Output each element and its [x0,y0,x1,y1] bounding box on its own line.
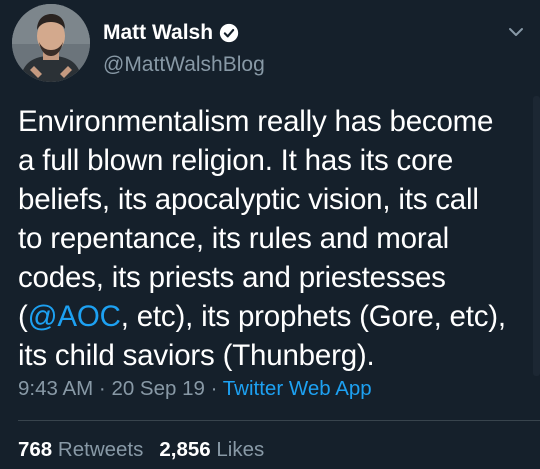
divider [18,420,540,421]
source-link[interactable]: Twitter Web App [223,377,372,400]
meta-separator: · [93,377,112,400]
tweet-line-rest: , etc), its prophets (Gore, etc), [120,300,506,333]
retweets-stat[interactable]: 768 Retweets [18,438,143,461]
chevron-down-icon[interactable] [506,22,526,42]
tweet-date[interactable]: 20 Sep 19 [111,377,204,400]
user-handle[interactable]: @MattWalshBlog [103,52,265,78]
verified-badge-icon [219,23,239,43]
tweet-line: Environmentalism really has become [18,105,494,138]
tweet-line: to repentance, its rules and moral [18,222,450,255]
tweet-time[interactable]: 9:43 AM [18,377,93,400]
retweets-label: Retweets [57,438,144,461]
avatar[interactable] [12,4,90,82]
retweets-count: 768 [18,438,53,461]
tweet-line: its child saviors (Thunberg). [18,339,375,372]
tweet-line: (@AOC, etc), its prophets (Gore, etc), [18,297,533,336]
likes-label: Likes [216,438,265,461]
likes-stat[interactable]: 2,856 Likes [159,438,264,461]
tweet-line: a full blown religion. It has its core [18,144,454,177]
display-name[interactable]: Matt Walsh [103,20,213,46]
tweet-meta: 9:43 AM · 20 Sep 19 · Twitter Web App [18,376,372,402]
tweet-header: Matt Walsh @MattWalshBlog [0,0,540,90]
name-row: Matt Walsh [103,20,239,46]
tweet-card: Matt Walsh @MattWalshBlog Environmentali… [0,0,540,469]
mention-link[interactable]: @AOC [28,300,121,333]
meta-separator: · [204,377,223,400]
tweet-line: codes, its priests and priestesses [18,261,446,294]
tweet-text: Environmentalism really has become a ful… [18,102,533,375]
scrollbar[interactable] [533,96,540,376]
tweet-stats: 768 Retweets 2,856 Likes [18,437,264,463]
likes-count: 2,856 [159,438,211,461]
paren-open: ( [18,300,28,333]
tweet-line: beliefs, its apocalyptic vision, its cal… [18,183,479,216]
